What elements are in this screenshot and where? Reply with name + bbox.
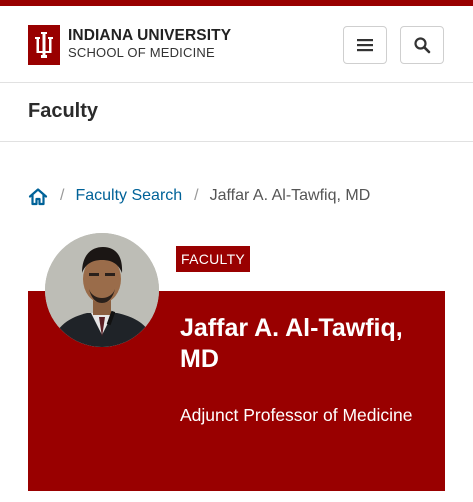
trident-icon [35,32,53,58]
person-name: Jaffar A. Al-Tawfiq, MD [180,314,403,373]
section-title: Faculty [28,100,99,122]
breadcrumb: / Faculty Search / Jaffar A. Al-Tawfiq, … [28,184,370,208]
search-icon [414,37,431,54]
brand-school[interactable]: SCHOOL OF MEDICINE [68,45,215,60]
breadcrumb-separator: / [60,187,65,204]
faculty-badge: FACULTY [176,246,251,272]
portrait-image [45,233,159,347]
breadcrumb-faculty-search[interactable]: Faculty Search [75,187,182,205]
breadcrumb-separator: / [194,187,199,204]
iu-trident-logo[interactable] [28,25,60,65]
profile-photo [45,233,159,347]
person-title: Adjunct Professor of Medicine [180,405,413,425]
brand-name[interactable]: INDIANA UNIVERSITY [68,27,231,45]
hamburger-menu-icon [357,39,373,52]
search-button[interactable] [400,26,444,64]
breadcrumb-current: Jaffar A. Al-Tawfiq, MD [209,187,371,204]
home-icon [28,187,48,205]
menu-button[interactable] [343,26,387,64]
breadcrumb-home[interactable] [28,187,48,206]
site-header: INDIANA UNIVERSITY SCHOOL OF MEDICINE [0,6,473,82]
section-bar: Faculty [0,82,473,142]
